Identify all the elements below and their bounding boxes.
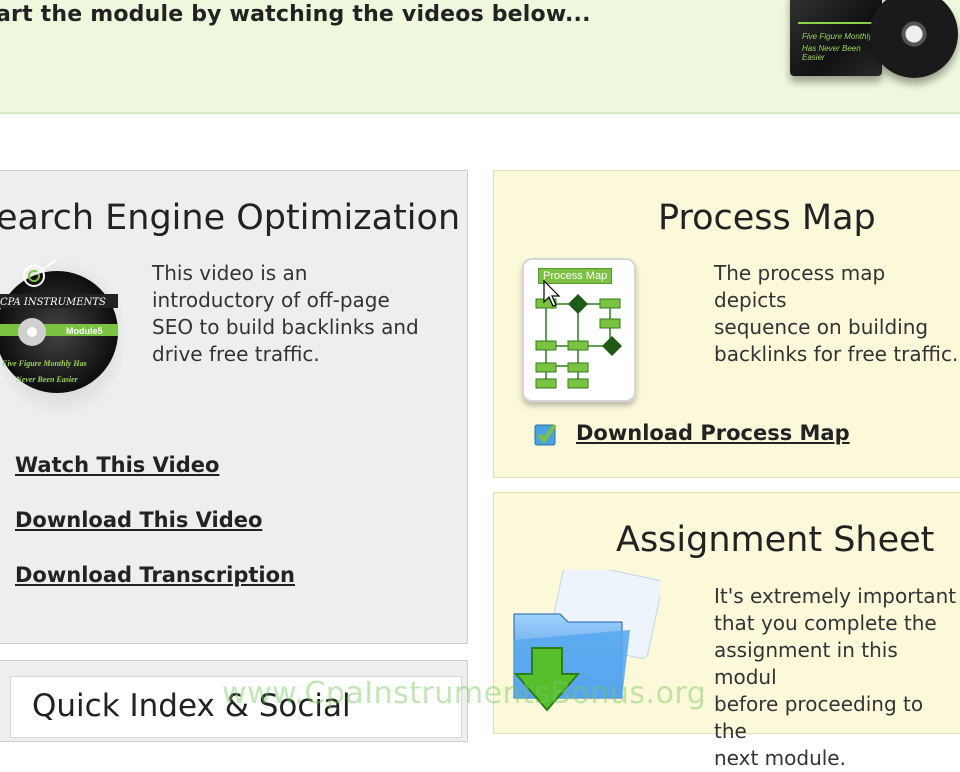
download-transcription-link[interactable]: Download Transcription — [15, 563, 295, 587]
process-map-title: Process Map — [658, 198, 876, 238]
assignment-description: It's extremely important that you comple… — [714, 584, 957, 770]
mouse-cursor-icon — [543, 280, 561, 307]
product-box-image: Five Figure Monthly Has Never Been Easie… — [790, 0, 882, 76]
process-map-thumbnail: Process Map — [522, 258, 636, 402]
disc-brand: CPA INSTRUMENTS — [0, 297, 106, 308]
process-map-description: The process map depicts sequence on buil… — [714, 261, 959, 366]
top-banner: art the module by watching the videos be… — [0, 0, 960, 114]
download-video-link[interactable]: Download This Video — [15, 508, 262, 532]
download-process-map-link[interactable]: Download Process Map — [576, 421, 850, 445]
disc-module: Module5 — [66, 326, 103, 336]
product-disc-image — [870, 0, 958, 78]
seo-title: earch Engine Optimization — [0, 198, 461, 238]
seo-description: This video is an introductory of off-pag… — [152, 261, 419, 366]
banner-instruction: art the module by watching the videos be… — [0, 2, 591, 27]
box-tagline-1: Five Figure Monthly — [802, 32, 873, 41]
seo-video-disc-icon: CPA INSTRUMENTS Module5 Five Figure Mont… — [0, 259, 118, 393]
checkbox-download-icon — [534, 423, 557, 446]
watch-video-link[interactable]: Watch This Video — [15, 453, 219, 477]
watermark-url: www.CpaInstrumentsBonus.org — [222, 676, 707, 711]
box-tagline-2: Has Never Been Easier — [802, 44, 861, 62]
flowchart-icon — [535, 294, 622, 389]
assignment-title: Assignment Sheet — [616, 520, 935, 560]
disc-tagline-2: Never Been Easier — [15, 375, 79, 384]
disc-tagline-1: Five Figure Monthly Has — [1, 359, 87, 368]
